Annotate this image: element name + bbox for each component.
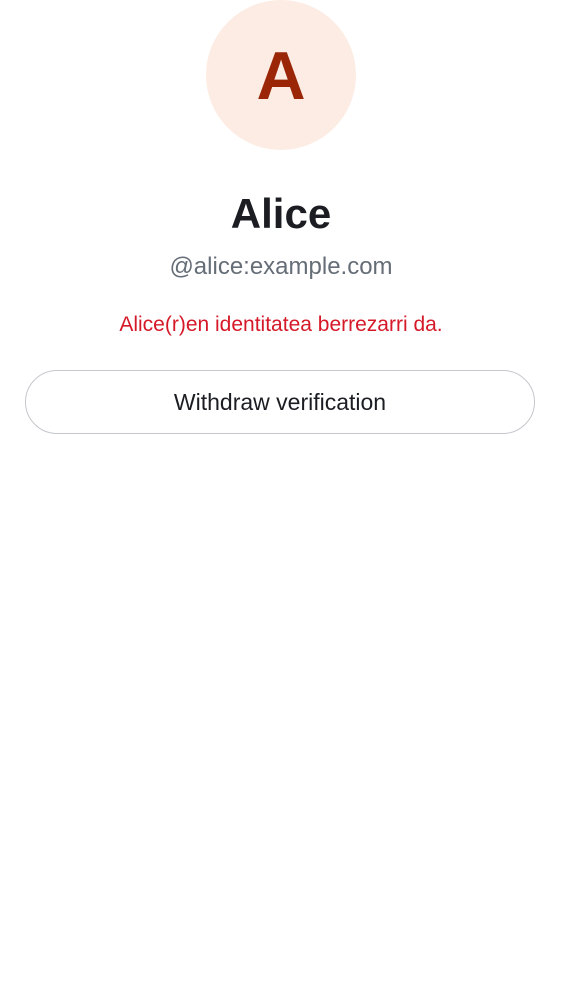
display-name: Alice bbox=[230, 190, 332, 237]
avatar-initial: A bbox=[256, 38, 306, 114]
avatar: A bbox=[206, 0, 356, 150]
identity-reset-warning: Alice(r)en identitatea berrezarri da. bbox=[119, 313, 443, 336]
withdraw-verification-label: Withdraw verification bbox=[173, 389, 387, 415]
user-verification-screen: A Alice @alice:example.com Alice(r)en id… bbox=[0, 0, 562, 1000]
user-id: @alice:example.com bbox=[169, 253, 393, 280]
withdraw-verification-button[interactable]: Withdraw verification bbox=[25, 370, 535, 434]
